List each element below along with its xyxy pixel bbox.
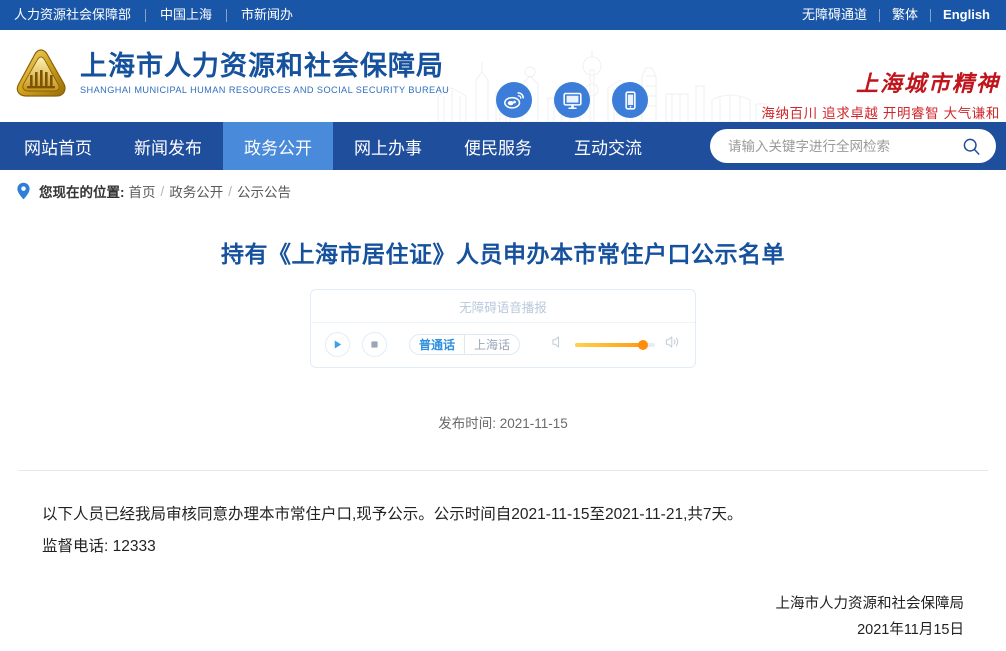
breadcrumb-item-government-affairs[interactable]: 政务公开 — [169, 181, 223, 201]
volume-slider-fill — [575, 342, 643, 347]
search-input[interactable] — [728, 138, 961, 154]
topbar-link-accessibility[interactable]: 无障碍通道 — [790, 0, 879, 30]
top-utility-bar: 人力资源社会保障部 中国上海 市新闻办 无障碍通道 繁体 English — [0, 0, 1006, 30]
article-paragraph-1: 以下人员已经我局审核同意办理本市常住户口,现予公示。公示时间自2021-11-1… — [42, 506, 743, 524]
weibo-icon[interactable] — [496, 82, 532, 118]
location-pin-icon — [16, 182, 31, 200]
volume-area — [551, 335, 681, 354]
city-spirit-title: 上海城市精神 — [855, 71, 1000, 97]
topbar-link-english[interactable]: English — [931, 0, 990, 30]
desktop-icon[interactable] — [554, 82, 590, 118]
social-icon-group — [496, 82, 648, 118]
article-signature: 上海市人力资源和社会保障局 2021年11月15日 — [18, 591, 988, 643]
volume-slider-knob[interactable] — [638, 339, 648, 350]
nav-item-public-services[interactable]: 便民服务 — [443, 122, 553, 170]
nav-item-interaction[interactable]: 互动交流 — [553, 122, 663, 170]
volume-slider[interactable] — [575, 339, 655, 350]
volume-mute-icon[interactable] — [551, 335, 565, 354]
nav-item-list: 网站首页 新闻发布 政务公开 网上办事 便民服务 互动交流 — [0, 122, 663, 170]
topbar-link-press-office[interactable]: 市新闻办 — [227, 0, 307, 30]
audio-player-header: 无障碍语音播报 — [311, 290, 695, 324]
nav-item-government-affairs[interactable]: 政务公开 — [223, 122, 333, 170]
city-spirit-motto: 海纳百川 追求卓越 开明睿智 大气谦和 — [761, 106, 1000, 122]
search-area — [710, 122, 1006, 170]
breadcrumb-item-announcements[interactable]: 公示公告 — [237, 181, 291, 201]
search-button[interactable] — [961, 136, 982, 157]
site-logo[interactable]: 上海市人力资源和社会保障局 SHANGHAI MUNICIPAL HUMAN R… — [14, 48, 449, 98]
stop-icon — [371, 341, 378, 348]
audio-player-controls: 普通话 上海话 — [311, 323, 695, 367]
site-banner: 上海市人力资源和社会保障局 SHANGHAI MUNICIPAL HUMAN R… — [0, 30, 1006, 122]
nav-item-online-services[interactable]: 网上办事 — [333, 122, 443, 170]
breadcrumb-label: 您现在的位置: — [39, 185, 125, 200]
article-paragraph-2: 监督电话: 12333 — [42, 538, 156, 556]
breadcrumb-separator: / — [160, 183, 165, 199]
publish-time: 发布时间: 2021-11-15 — [438, 416, 568, 432]
desktop-glyph — [562, 92, 582, 109]
nav-item-news[interactable]: 新闻发布 — [113, 122, 223, 170]
language-option-shanghainese[interactable]: 上海话 — [464, 335, 519, 355]
mobile-icon[interactable] — [612, 82, 648, 118]
accessibility-audio-player: 无障碍语音播报 普通话 上海话 — [310, 289, 696, 369]
signature-date: 2021年11月15日 — [857, 622, 964, 639]
signature-organization: 上海市人力资源和社会保障局 — [775, 596, 965, 613]
article-body: 以下人员已经我局审核同意办理本市常住户口,现予公示。公示时间自2021-11-1… — [18, 499, 988, 563]
logo-title-cn: 上海市人力资源和社会保障局 — [80, 51, 444, 82]
play-button[interactable] — [325, 332, 350, 358]
volume-high-glyph — [665, 336, 679, 348]
mobile-glyph — [624, 90, 636, 110]
stop-button[interactable] — [362, 332, 387, 358]
location-pin-glyph — [17, 182, 30, 200]
topbar-link-china-shanghai[interactable]: 中国上海 — [146, 0, 226, 30]
topbar-right-links: 无障碍通道 繁体 English — [790, 0, 990, 30]
weibo-glyph — [504, 92, 524, 109]
language-toggle: 普通话 上海话 — [409, 334, 521, 356]
play-icon — [334, 340, 342, 349]
page-title: 持有《上海市居住证》人员申办本市常住户口公示名单 — [221, 241, 785, 267]
topbar-link-mohrss[interactable]: 人力资源社会保障部 — [14, 0, 145, 30]
volume-low-glyph — [552, 336, 560, 348]
logo-text-block: 上海市人力资源和社会保障局 SHANGHAI MUNICIPAL HUMAN R… — [80, 51, 449, 94]
article-container: 持有《上海市居住证》人员申办本市常住户口公示名单 无障碍语音播报 普通话 上海话 — [0, 238, 1006, 651]
content-divider — [18, 470, 988, 472]
main-navigation: 网站首页 新闻发布 政务公开 网上办事 便民服务 互动交流 — [0, 122, 1006, 170]
city-spirit-block: 上海城市精神 海纳百川 追求卓越 开明睿智 大气谦和 — [761, 72, 1000, 122]
breadcrumb-item-home[interactable]: 首页 — [129, 181, 156, 201]
volume-up-icon[interactable] — [665, 335, 681, 354]
breadcrumb: 您现在的位置: 首页 / 政务公开 / 公示公告 — [0, 170, 1006, 212]
topbar-left-links: 人力资源社会保障部 中国上海 市新闻办 — [14, 0, 307, 30]
breadcrumb-separator: / — [228, 183, 233, 199]
bureau-emblem-icon — [16, 49, 66, 97]
topbar-link-traditional[interactable]: 繁体 — [880, 0, 930, 30]
search-box[interactable] — [710, 129, 996, 163]
nav-item-home[interactable]: 网站首页 — [0, 122, 113, 170]
language-option-mandarin[interactable]: 普通话 — [410, 335, 464, 354]
search-icon — [963, 138, 980, 155]
logo-title-en: SHANGHAI MUNICIPAL HUMAN RESOURCES AND S… — [80, 84, 450, 95]
